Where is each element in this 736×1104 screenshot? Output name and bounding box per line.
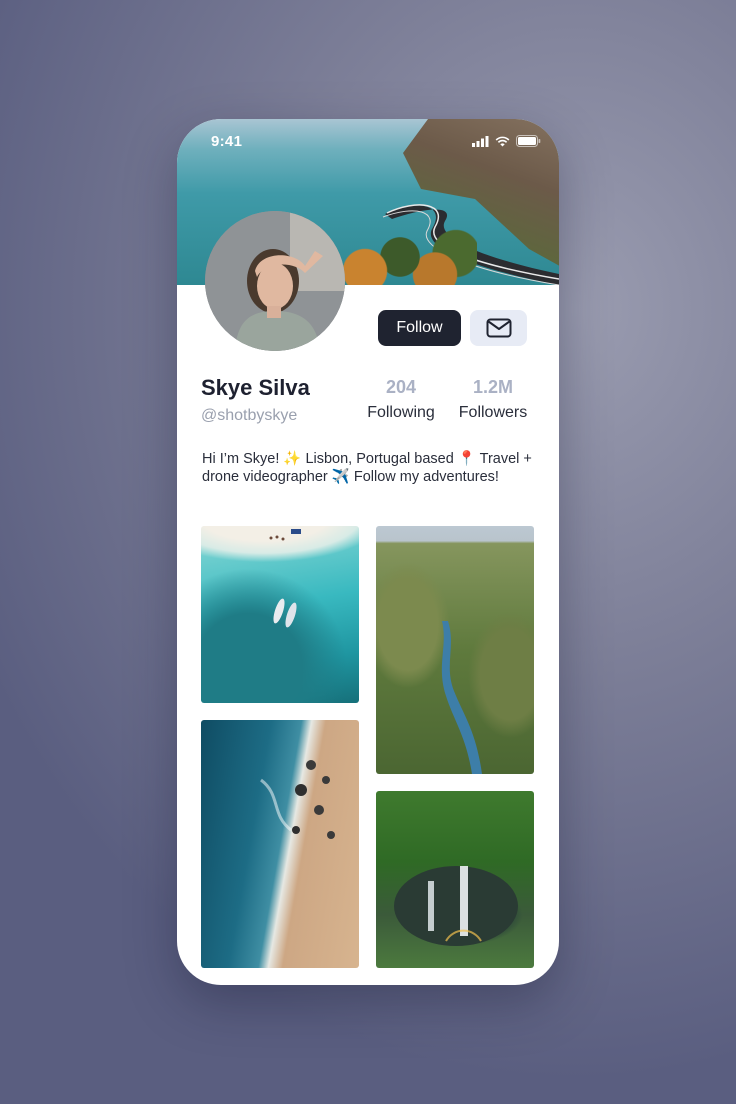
following-stat[interactable]: 204 Following	[363, 377, 439, 422]
gallery-photo-canyon[interactable]	[376, 526, 534, 774]
status-icons	[472, 135, 541, 147]
gallery-photo-coast[interactable]	[201, 720, 359, 968]
followers-label: Followers	[458, 404, 528, 421]
coastline-aerial-photo	[260, 760, 335, 839]
followers-count: 1.2M	[472, 377, 514, 397]
status-time: 9:41	[211, 133, 243, 150]
signal-icon	[472, 135, 489, 147]
waterfall-photo	[394, 866, 518, 946]
cover-trees	[337, 229, 477, 285]
profile-handle[interactable]: @shotbyskye	[201, 407, 297, 425]
profile-name: Skye Silva	[201, 375, 310, 400]
canyon-river-photo	[441, 621, 482, 774]
followers-stat[interactable]: 1.2M Followers	[455, 377, 531, 422]
following-count: 204	[385, 377, 417, 397]
avatar[interactable]	[205, 211, 345, 351]
message-button[interactable]	[470, 310, 527, 346]
following-label: Following	[367, 404, 435, 421]
battery-icon	[516, 135, 541, 147]
phone-screen: 9:41 Follow Skye Silva @shotbyskye 204 F…	[177, 119, 559, 985]
wifi-icon	[495, 136, 510, 146]
follow-button[interactable]: Follow	[378, 310, 461, 346]
gallery-photo-waterfall[interactable]	[376, 791, 534, 968]
profile-bio: Hi I’m Skye! ✨ Lisbon, Portugal based 📍 …	[202, 451, 532, 485]
mail-icon	[486, 318, 511, 338]
beach-aerial-photo	[269, 529, 301, 628]
gallery-photo-beach[interactable]	[201, 526, 359, 703]
avatar-portrait	[205, 211, 345, 351]
